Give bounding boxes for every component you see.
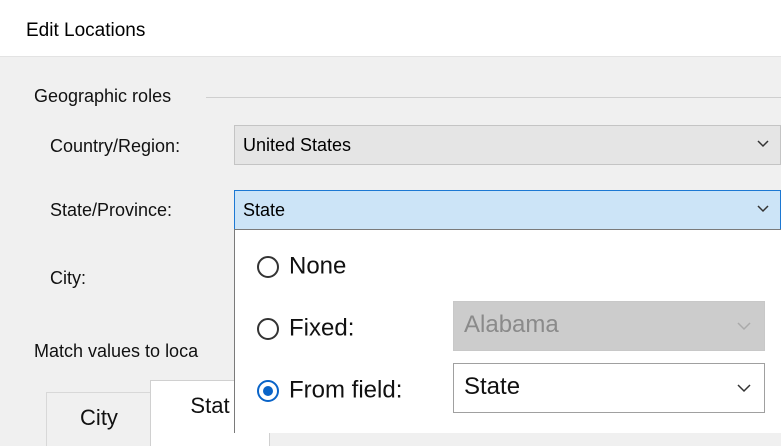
radio-fixed[interactable] <box>257 317 279 340</box>
city-label: City: <box>50 268 86 288</box>
from-field-value: State <box>464 373 521 400</box>
state-province-select[interactable]: State <box>234 190 781 230</box>
title-bar: Edit Locations <box>0 0 781 57</box>
radio-none[interactable] <box>257 255 279 278</box>
edit-locations-dialog: Edit Locations Geographic roles Country/… <box>0 0 781 446</box>
group-divider <box>206 97 781 98</box>
option-fixed-label: Fixed: <box>289 314 355 342</box>
fixed-value-select: Alabama <box>453 301 765 351</box>
chevron-down-icon <box>757 140 769 148</box>
chevron-down-icon <box>737 384 751 393</box>
option-fixed[interactable]: Fixed: <box>257 314 354 343</box>
tab-city[interactable]: City <box>46 392 152 446</box>
country-region-label: Country/Region: <box>50 136 181 156</box>
from-field-select[interactable]: State <box>453 363 765 413</box>
state-dropdown-panel: None Fixed: Alabama From field: State <box>234 229 781 433</box>
dialog-title: Edit Locations <box>26 20 146 41</box>
state-province-value: State <box>243 200 286 220</box>
chevron-down-icon <box>757 205 769 213</box>
option-from-field[interactable]: From field: <box>257 376 402 405</box>
fixed-value: Alabama <box>464 311 559 338</box>
state-province-label: State/Province: <box>50 200 173 220</box>
geographic-roles-label: Geographic roles <box>34 86 172 106</box>
country-region-value: United States <box>243 135 352 155</box>
match-values-label: Match values to loca <box>34 341 199 361</box>
radio-from-field[interactable] <box>257 379 279 402</box>
option-none[interactable]: None <box>257 252 346 281</box>
country-region-select[interactable]: United States <box>234 125 781 165</box>
option-none-label: None <box>289 252 347 280</box>
option-from-field-label: From field: <box>289 376 403 404</box>
chevron-down-icon <box>737 322 751 331</box>
